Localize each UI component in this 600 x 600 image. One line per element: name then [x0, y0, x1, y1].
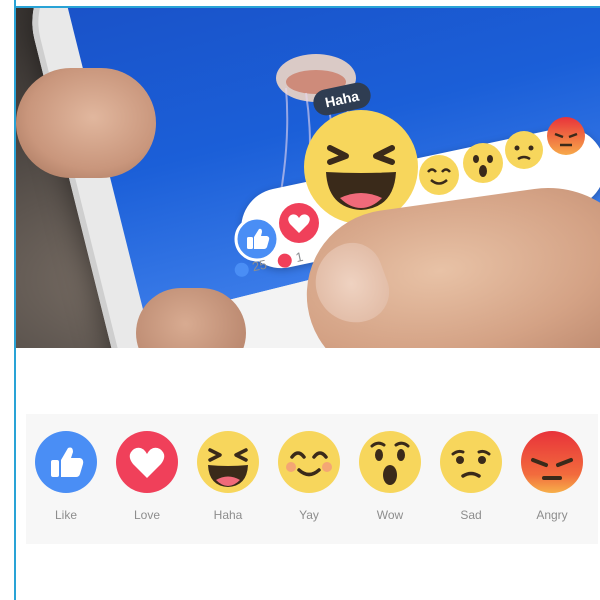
like-count: 25: [250, 256, 269, 275]
hero-photo: Haha 25 1: [16, 8, 600, 348]
reaction-label-wow: Wow: [376, 508, 404, 522]
reactions-strip: Like Love Haha Yay Wow Sad Angry: [26, 414, 598, 544]
like-count-icon: [233, 260, 250, 278]
reaction-label-love: Love: [133, 508, 161, 522]
sad-icon[interactable]: [504, 130, 544, 170]
reaction-label-haha: Haha: [213, 508, 243, 522]
angry-icon[interactable]: [546, 116, 586, 156]
like-icon: [35, 431, 97, 493]
reaction-label-angry: Angry: [536, 508, 568, 522]
wow-icon: [359, 431, 421, 493]
love-count-icon: [276, 251, 294, 269]
reaction-haha[interactable]: Haha: [188, 430, 268, 522]
reaction-wow[interactable]: Wow: [350, 430, 430, 522]
wow-icon[interactable]: [462, 142, 504, 184]
reaction-label-like: Like: [54, 508, 77, 522]
reaction-like[interactable]: Like: [26, 430, 106, 522]
yay-icon[interactable]: [418, 154, 460, 196]
reaction-yay[interactable]: Yay: [269, 430, 349, 522]
haha-icon: [197, 431, 259, 493]
angry-icon: [521, 431, 583, 493]
reaction-love[interactable]: Love: [107, 430, 187, 522]
sad-icon: [440, 431, 502, 493]
reaction-angry[interactable]: Angry: [512, 430, 592, 522]
yay-icon: [278, 431, 340, 493]
reaction-label-yay: Yay: [299, 508, 319, 522]
left-finger: [16, 68, 156, 178]
reaction-label-sad: Sad: [460, 508, 482, 522]
reaction-sad[interactable]: Sad: [431, 430, 511, 522]
love-icon: [116, 431, 178, 493]
